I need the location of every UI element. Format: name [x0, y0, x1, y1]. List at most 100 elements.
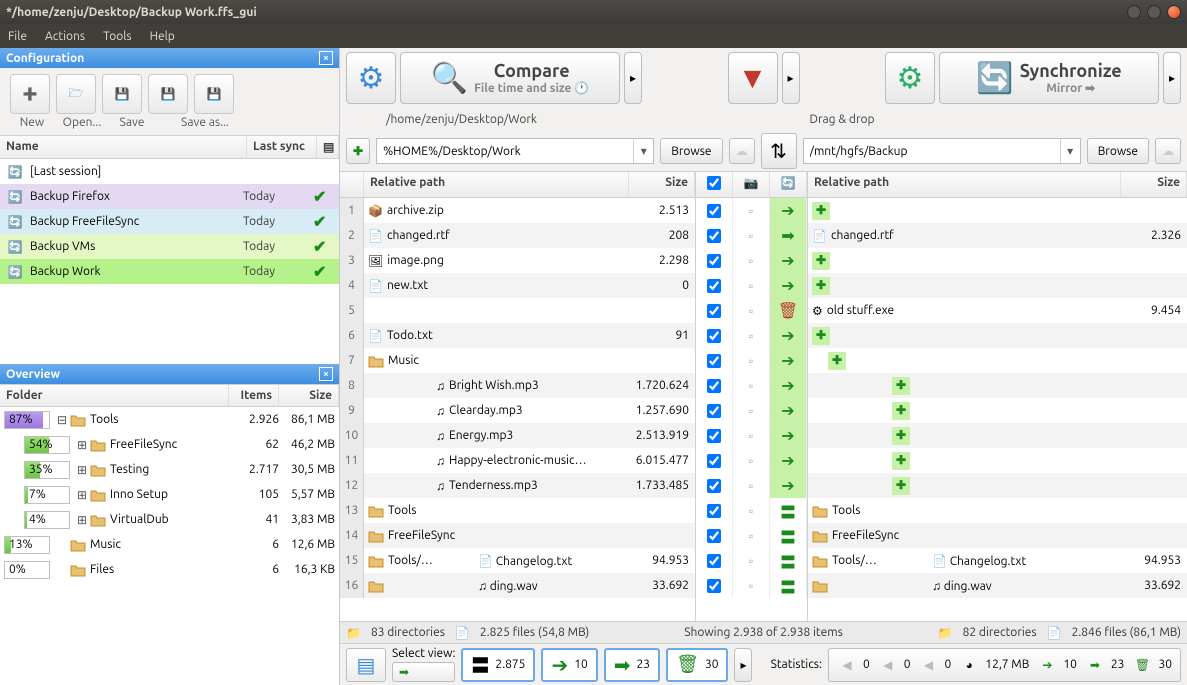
- view-delete-button[interactable]: 🗑30: [666, 648, 728, 682]
- menu-tools[interactable]: Tools: [103, 30, 132, 43]
- left-browse-button[interactable]: Browse: [660, 138, 722, 164]
- compare-dropdown[interactable]: ▸: [624, 52, 642, 104]
- swap-sides-button[interactable]: ⇅: [761, 133, 797, 169]
- right-path-input[interactable]: [804, 139, 1060, 163]
- expand-toggle[interactable]: ⊞: [74, 438, 90, 452]
- file-row[interactable]: ✚: [808, 198, 1187, 223]
- config-row[interactable]: 🔄 Backup Firefox Today ✔: [0, 184, 339, 209]
- sync-settings-button[interactable]: ⚙: [885, 52, 935, 104]
- right-browse-button[interactable]: Browse: [1087, 138, 1149, 164]
- mid-row[interactable]: ▫ 〓: [696, 498, 807, 523]
- file-row[interactable]: 14 FreeFileSync: [340, 523, 695, 548]
- filter-dropdown[interactable]: ▸: [782, 52, 800, 104]
- expand-toggle[interactable]: ⊟: [54, 413, 70, 427]
- overview-close-icon[interactable]: ×: [319, 367, 333, 381]
- include-checkbox[interactable]: [696, 548, 733, 573]
- action-cell[interactable]: ➔: [770, 248, 807, 273]
- synchronize-button[interactable]: 🔄 Synchronize Mirror ➡: [939, 52, 1159, 104]
- file-row[interactable]: Tools/…📄 Changelog.txt94.953: [808, 548, 1187, 573]
- left-grid-body[interactable]: 1📦 archive.zip2.5132📄 changed.rtf2083🖼 i…: [340, 198, 695, 598]
- mid-row[interactable]: ▫ ➔: [696, 473, 807, 498]
- overview-row[interactable]: 4% ⊞ VirtualDub 41 3,83 MB: [0, 507, 339, 532]
- include-checkbox[interactable]: [696, 398, 733, 423]
- action-cell[interactable]: ➔: [770, 198, 807, 223]
- file-row[interactable]: 📄 changed.rtf2.326: [808, 223, 1187, 248]
- menu-actions[interactable]: Actions: [45, 30, 85, 43]
- file-row[interactable]: ✚: [808, 423, 1187, 448]
- overview-row[interactable]: 35% ⊞ Testing 2.717 30,5 MB: [0, 457, 339, 482]
- right-path-dropdown[interactable]: ▾: [1060, 139, 1080, 163]
- left-path-dropdown[interactable]: ▾: [633, 139, 653, 163]
- col-items[interactable]: Items: [229, 385, 279, 406]
- right-col-relpath[interactable]: Relative path: [808, 172, 1121, 197]
- overview-row[interactable]: 7% ⊞ Inno Setup 105 5,57 MB: [0, 482, 339, 507]
- include-checkbox[interactable]: [696, 373, 733, 398]
- mid-row[interactable]: ▫ ➔: [696, 448, 807, 473]
- action-cell[interactable]: ➡: [770, 223, 807, 248]
- overview-row[interactable]: 13% Music 6 12,6 MB: [0, 532, 339, 557]
- save-button[interactable]: 💾: [102, 74, 142, 114]
- left-col-size[interactable]: Size: [629, 172, 695, 197]
- file-row[interactable]: ✚: [808, 273, 1187, 298]
- file-row[interactable]: 15Tools/…📄 Changelog.txt94.953: [340, 548, 695, 573]
- maximize-button[interactable]: [1147, 5, 1161, 19]
- include-checkbox[interactable]: [696, 223, 733, 248]
- action-cell[interactable]: 🗑: [770, 298, 807, 323]
- menu-file[interactable]: File: [8, 30, 27, 43]
- mid-row[interactable]: ▫ 〓: [696, 548, 807, 573]
- compare-button[interactable]: 🔍 Compare File time and size 🕐: [400, 52, 620, 104]
- config-row[interactable]: 🔄 Backup VMs Today ✔: [0, 234, 339, 259]
- file-row[interactable]: ✚: [808, 448, 1187, 473]
- mid-row[interactable]: ▫ ➔: [696, 373, 807, 398]
- file-row[interactable]: 9♫ Clearday.mp31.257.690: [340, 398, 695, 423]
- config-row[interactable]: 🔄 Backup FreeFileSync Today ✔: [0, 209, 339, 234]
- sync-dropdown[interactable]: ▸: [1163, 52, 1181, 104]
- config-row[interactable]: 🔄 Backup Work Today ✔: [0, 259, 339, 284]
- mid-row[interactable]: ▫ ➔: [696, 198, 807, 223]
- file-row[interactable]: 1📦 archive.zip2.513: [340, 198, 695, 223]
- include-checkbox[interactable]: [696, 448, 733, 473]
- action-cell[interactable]: 〓: [770, 523, 807, 548]
- filter-button[interactable]: ▼: [728, 52, 778, 104]
- action-cell[interactable]: ➔: [770, 373, 807, 398]
- file-row[interactable]: 5: [340, 298, 695, 323]
- file-row[interactable]: 10♫ Energy.mp32.513.919: [340, 423, 695, 448]
- file-row[interactable]: 3🖼 image.png2.298: [340, 248, 695, 273]
- include-checkbox[interactable]: [696, 573, 733, 598]
- file-row[interactable]: ✚: [808, 348, 1187, 373]
- expand-toggle[interactable]: ⊞: [74, 463, 90, 477]
- saveas-gui-button[interactable]: 💾: [148, 74, 188, 114]
- include-checkbox[interactable]: [696, 423, 733, 448]
- view-action-button[interactable]: ➡: [392, 662, 455, 682]
- include-checkbox[interactable]: [696, 523, 733, 548]
- mid-row[interactable]: ▫ 🗑: [696, 298, 807, 323]
- file-row[interactable]: 13 Tools: [340, 498, 695, 523]
- file-row[interactable]: ✚: [808, 373, 1187, 398]
- file-row[interactable]: 8♫ Bright Wish.mp31.720.624: [340, 373, 695, 398]
- col-name[interactable]: Name: [0, 136, 247, 158]
- include-checkbox[interactable]: [696, 323, 733, 348]
- file-row[interactable]: Tools: [808, 498, 1187, 523]
- include-checkbox[interactable]: [696, 273, 733, 298]
- compare-settings-button[interactable]: ⚙: [346, 52, 396, 104]
- view-list-button[interactable]: ▤: [346, 648, 386, 682]
- action-cell[interactable]: ➔: [770, 448, 807, 473]
- action-cell[interactable]: 〓: [770, 548, 807, 573]
- action-cell[interactable]: ➔: [770, 348, 807, 373]
- mid-row[interactable]: ▫ ➡: [696, 223, 807, 248]
- view-more-button[interactable]: ▸: [734, 648, 752, 682]
- mid-row[interactable]: ▫ 〓: [696, 573, 807, 598]
- file-row[interactable]: 4📄 new.txt0: [340, 273, 695, 298]
- new-button[interactable]: ➕: [10, 74, 50, 114]
- close-button[interactable]: [1167, 5, 1181, 19]
- view-add-button[interactable]: ➔10: [541, 648, 597, 682]
- include-checkbox[interactable]: [696, 198, 733, 223]
- action-cell[interactable]: ➔: [770, 273, 807, 298]
- action-icon[interactable]: 🔄: [770, 172, 807, 197]
- action-cell[interactable]: ➔: [770, 473, 807, 498]
- left-cloud-button[interactable]: ☁: [729, 138, 755, 164]
- select-all-checkbox[interactable]: [707, 176, 721, 190]
- mid-row[interactable]: ▫ 〓: [696, 523, 807, 548]
- right-grid-body[interactable]: ✚📄 changed.rtf2.326✚✚⚙ old stuff.exe9.45…: [808, 198, 1187, 598]
- overview-row[interactable]: 87% ⊟ Tools 2.926 86,1 MB: [0, 407, 339, 432]
